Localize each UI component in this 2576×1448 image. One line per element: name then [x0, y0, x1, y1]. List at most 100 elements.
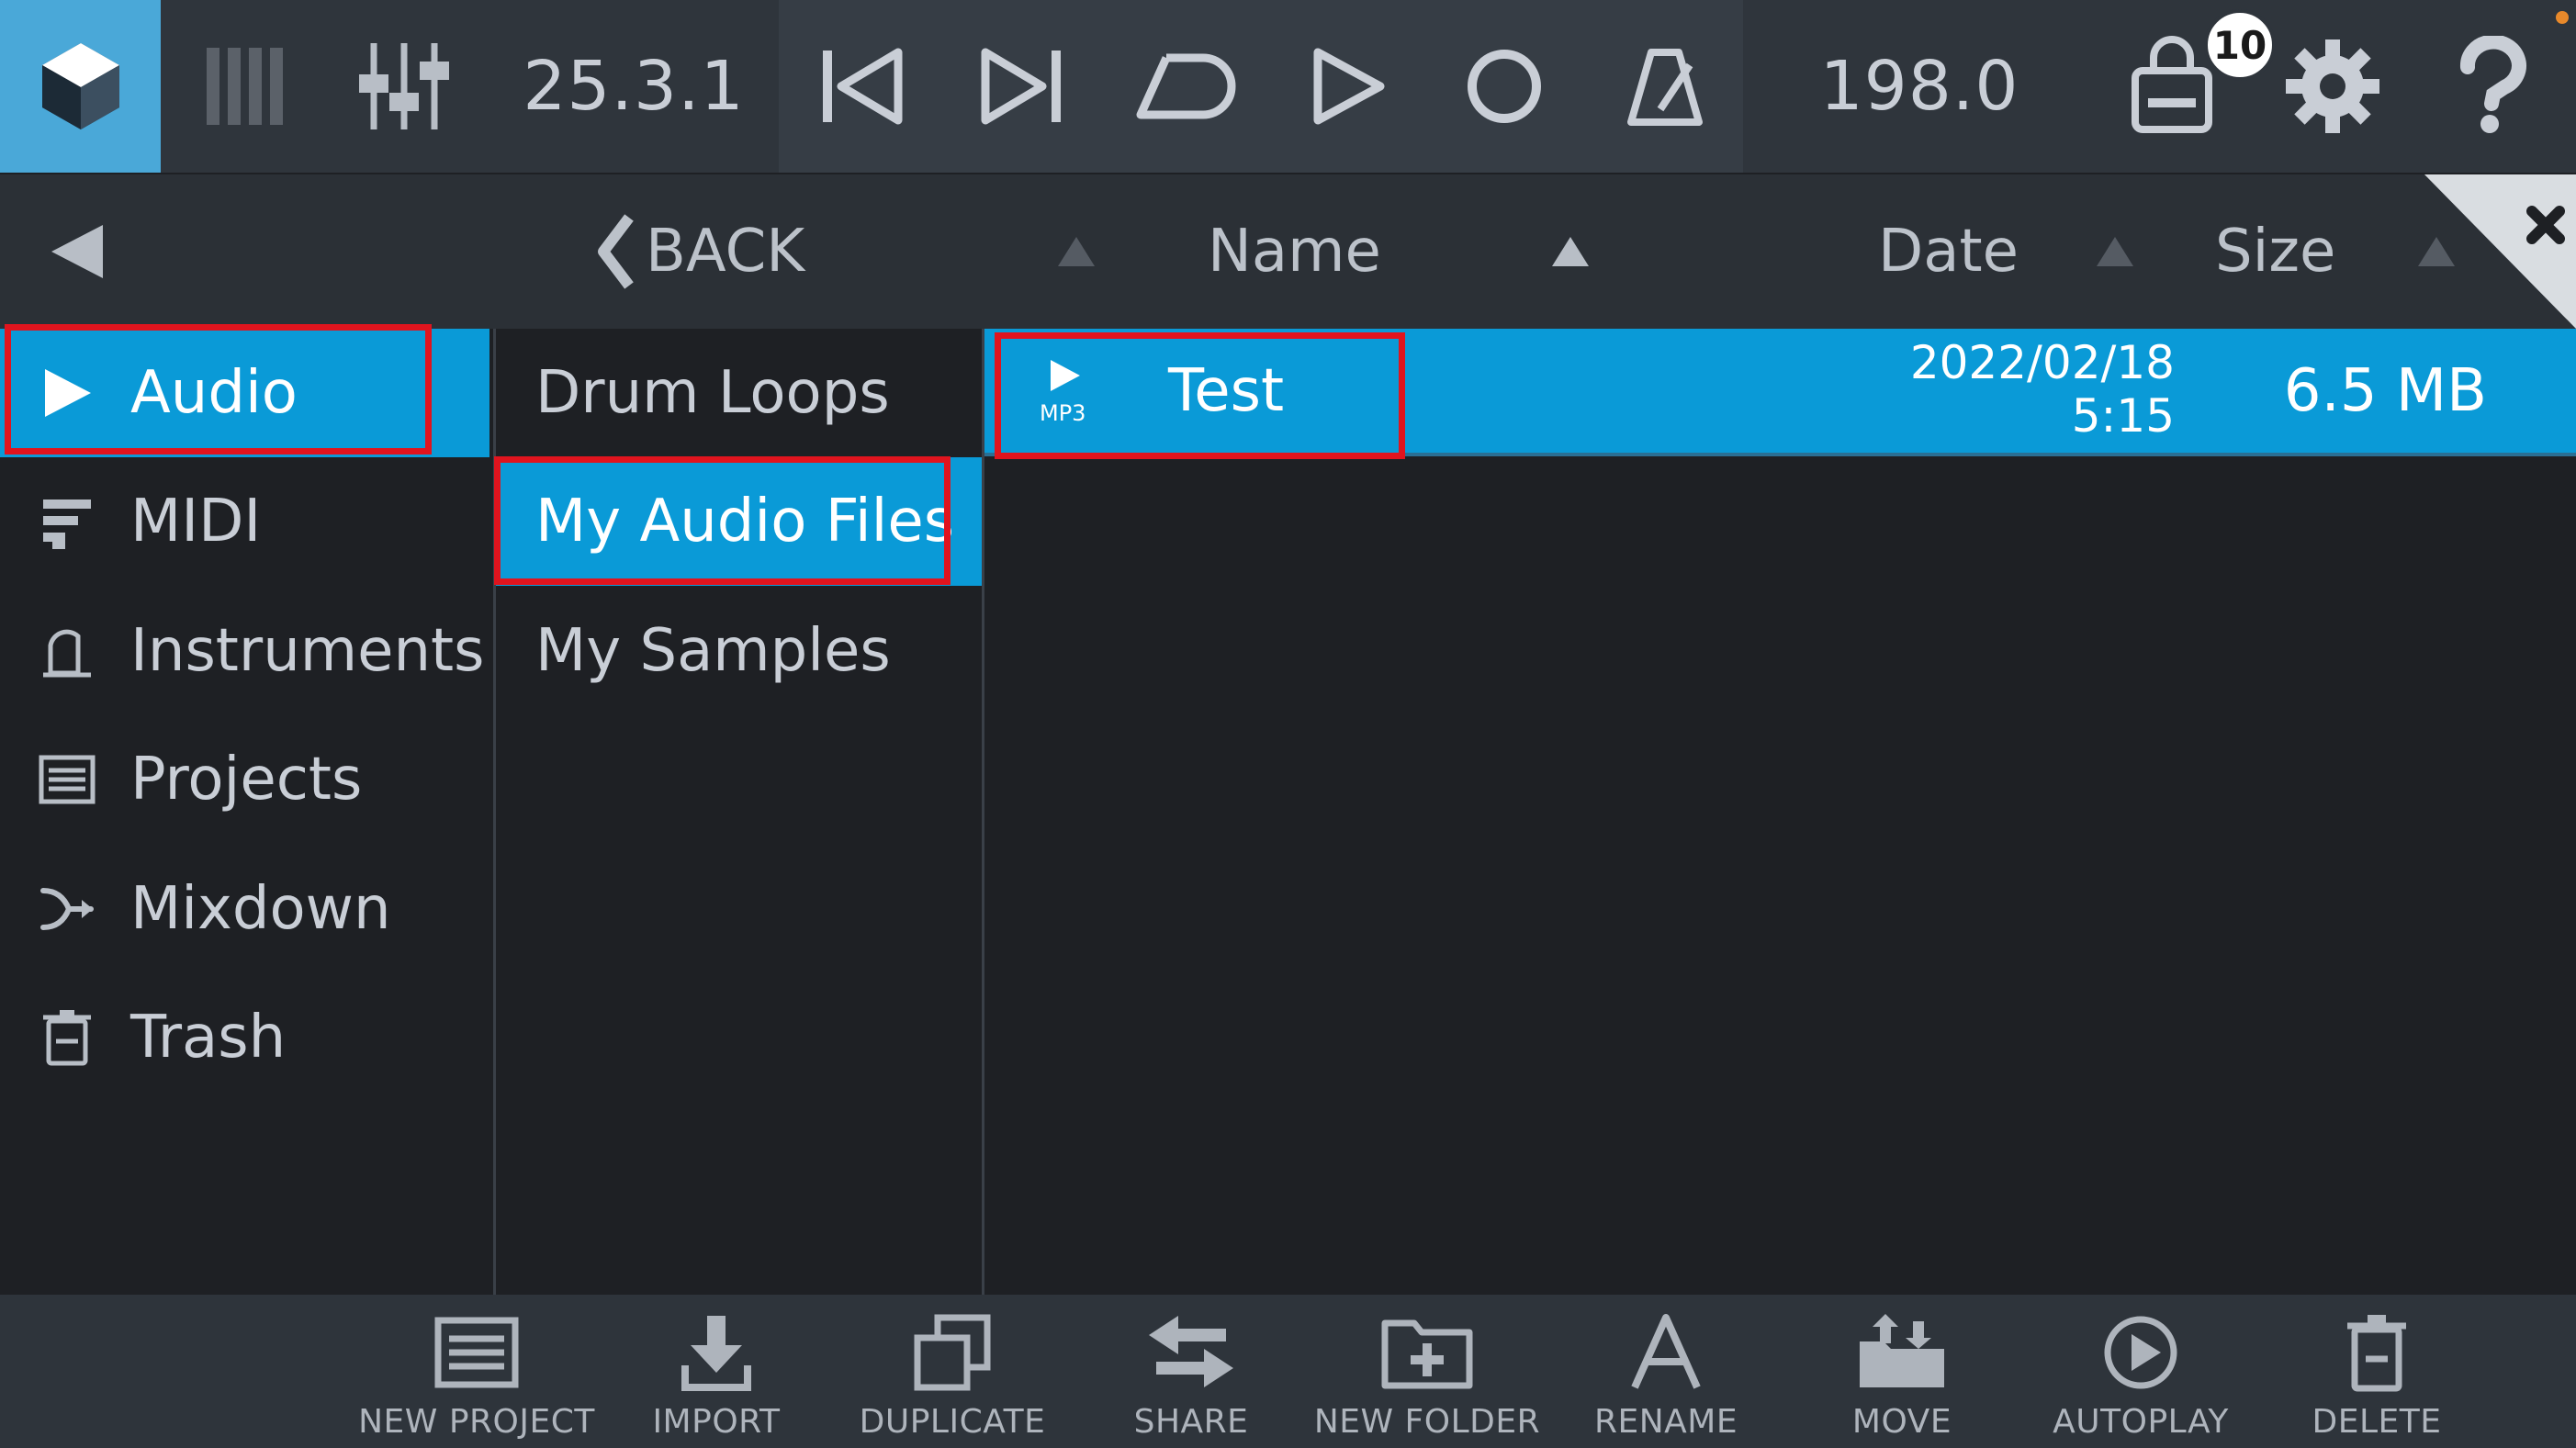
file-type-label: MP3: [1040, 400, 1086, 426]
top-toolbar: 25.3.1 198.0 10: [0, 0, 2576, 173]
category-mixdown[interactable]: Mixdown: [0, 845, 489, 973]
new-folder-button[interactable]: NEW FOLDER: [1308, 1295, 1547, 1448]
transport-panel: [779, 0, 1743, 173]
triangle-left-icon: [51, 225, 103, 278]
column-header-size[interactable]: Size: [2215, 174, 2335, 329]
mp3-file-icon[interactable]: MP3: [1040, 358, 1104, 432]
metronome-icon: [1626, 49, 1703, 126]
trash-icon: [35, 1005, 99, 1070]
skip-forward-button[interactable]: [969, 0, 1074, 173]
rename-button[interactable]: RENAME: [1547, 1295, 1785, 1448]
category-label: Audio: [130, 359, 298, 427]
app-logo-button[interactable]: [0, 0, 161, 173]
category-label: MIDI: [130, 488, 262, 556]
midi-icon: [35, 489, 99, 554]
folder-label: My Audio Files: [535, 488, 955, 556]
loop-button[interactable]: [1125, 0, 1244, 173]
sort-arrow-icon[interactable]: [1058, 237, 1095, 266]
question-mark-icon: [2459, 36, 2526, 133]
keyboard-view-button[interactable]: [184, 0, 303, 173]
skip-forward-icon: [981, 48, 1061, 125]
position-display[interactable]: 25.3.1: [514, 0, 753, 173]
rename-icon: [1629, 1311, 1703, 1394]
category-label: Instruments: [130, 617, 485, 685]
folder-list: Drum Loops My Audio Files My Samples: [493, 329, 984, 1295]
folder-my-samples[interactable]: My Samples: [496, 587, 984, 715]
rewind-button[interactable]: [808, 0, 914, 173]
duplicate-icon: [914, 1311, 991, 1394]
projects-icon: [35, 747, 99, 812]
instrument-icon: [35, 619, 99, 683]
file-date-time: 5:15: [2071, 389, 2175, 443]
file-date: 2022/02/18 5:15: [1910, 336, 2175, 443]
back-label: BACK: [646, 218, 805, 286]
sort-arrow-name-icon[interactable]: [1552, 237, 1589, 266]
column-header-date[interactable]: Date: [1878, 174, 2019, 329]
tempo-display[interactable]: 198.0: [1800, 0, 2039, 173]
category-label: Mixdown: [130, 875, 391, 943]
file-name: Test: [1168, 356, 1285, 425]
import-button[interactable]: IMPORT: [597, 1295, 836, 1448]
mixer-button[interactable]: [344, 0, 464, 173]
metronome-button[interactable]: [1612, 0, 1717, 173]
action-label: AUTOPLAY: [2053, 1403, 2229, 1441]
duplicate-button[interactable]: DUPLICATE: [833, 1295, 1072, 1448]
move-button[interactable]: MOVE: [1783, 1295, 2021, 1448]
close-icon: [2424, 174, 2576, 329]
new-project-button[interactable]: NEW PROJECT: [357, 1295, 596, 1448]
category-midi[interactable]: MIDI: [0, 457, 489, 586]
share-icon: [1145, 1311, 1237, 1394]
action-label: MOVE: [1851, 1403, 1952, 1441]
category-trash[interactable]: Trash: [0, 973, 489, 1102]
move-icon: [1856, 1311, 1948, 1394]
selected-folder-pointer: [955, 485, 983, 551]
category-audio[interactable]: Audio: [0, 329, 489, 457]
action-label: NEW PROJECT: [358, 1403, 595, 1441]
bottom-action-bar: NEW PROJECT IMPORT DUPLICATE SHARE NEW F…: [0, 1295, 2576, 1448]
action-label: SHARE: [1133, 1403, 1249, 1441]
mixdown-icon: [35, 877, 99, 941]
loop-icon: [1136, 53, 1236, 119]
file-row-test[interactable]: MP3 Test 2022/02/18 5:15 6.5 MB: [984, 329, 2576, 456]
folder-label: My Samples: [535, 617, 891, 685]
help-button[interactable]: [2434, 0, 2553, 173]
file-date-day: 2022/02/18: [1909, 336, 2175, 389]
sort-arrow-date-icon[interactable]: [2097, 237, 2133, 266]
column-size-label: Size: [2215, 218, 2336, 286]
category-label: Projects: [130, 746, 363, 814]
autoplay-button[interactable]: AUTOPLAY: [2021, 1295, 2260, 1448]
column-header-name[interactable]: Name: [1208, 174, 1381, 329]
folder-label: Drum Loops: [535, 359, 890, 427]
cube-logo-icon: [41, 43, 119, 129]
mixer-sliders-icon: [359, 43, 449, 129]
autoplay-icon: [2102, 1311, 2179, 1394]
collapse-browser-button[interactable]: [46, 174, 110, 329]
close-browser-button[interactable]: [2424, 174, 2576, 329]
folder-drum-loops[interactable]: Drum Loops: [496, 329, 984, 457]
action-label: DUPLICATE: [859, 1403, 1046, 1441]
file-size: 6.5 MB: [2283, 356, 2487, 425]
delete-button[interactable]: DELETE: [2257, 1295, 2496, 1448]
browser-header: BACK Name Date Size: [0, 174, 2576, 329]
new-project-icon: [434, 1311, 519, 1394]
category-list: Audio MIDI Instruments Projects Mixdown …: [0, 329, 489, 1295]
gear-icon: [2286, 39, 2379, 133]
chevron-left-icon: [598, 214, 634, 289]
play-icon: [35, 361, 99, 425]
record-button[interactable]: [1451, 0, 1557, 173]
back-button[interactable]: BACK: [592, 174, 804, 329]
folder-my-audio-files[interactable]: My Audio Files: [496, 457, 984, 586]
record-icon: [1467, 50, 1541, 123]
settings-button[interactable]: [2273, 0, 2392, 173]
play-button[interactable]: [1295, 0, 1400, 173]
position-value: 25.3.1: [523, 47, 745, 126]
play-icon: [1313, 48, 1384, 125]
share-button[interactable]: SHARE: [1072, 1295, 1310, 1448]
action-label: DELETE: [2312, 1403, 2442, 1441]
category-projects[interactable]: Projects: [0, 715, 489, 844]
action-label: IMPORT: [652, 1403, 781, 1441]
import-icon: [680, 1311, 753, 1394]
skip-back-icon: [822, 48, 902, 125]
category-instruments[interactable]: Instruments: [0, 587, 489, 715]
action-label: RENAME: [1593, 1403, 1738, 1441]
